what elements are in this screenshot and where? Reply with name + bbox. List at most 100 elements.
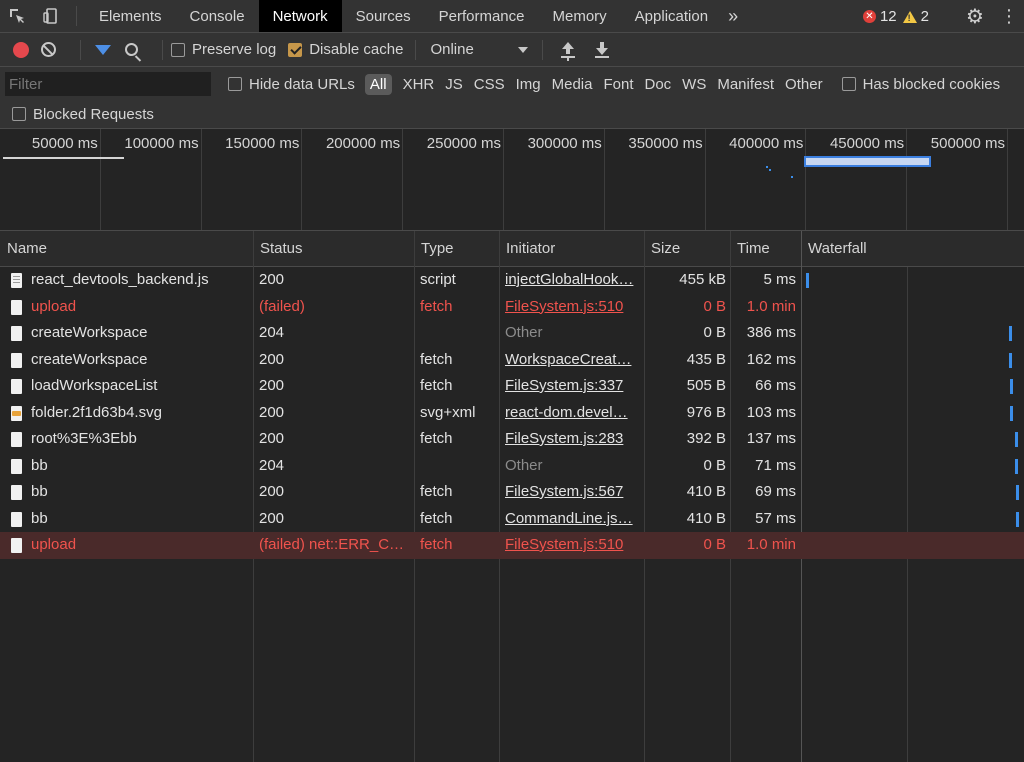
throttling-select[interactable]: Online (430, 41, 529, 58)
cell-initiator[interactable]: FileSystem.js:510 (505, 532, 639, 559)
column-header-name[interactable]: Name (0, 231, 253, 267)
waterfall-bar (1016, 511, 1019, 527)
cell-initiator[interactable]: WorkspaceCreat… (505, 347, 639, 374)
cell-time: 57 ms (755, 509, 796, 527)
type-filter-manifest[interactable]: Manifest (717, 76, 774, 93)
hide-data-urls-toggle[interactable]: Hide data URLs (228, 76, 355, 93)
type-filter-media[interactable]: Media (552, 76, 593, 93)
filter-input[interactable] (5, 72, 211, 96)
type-filter-other[interactable]: Other (785, 76, 823, 93)
cell-type: fetch (420, 536, 453, 553)
document-file-icon (11, 326, 22, 341)
filter-icon[interactable] (95, 44, 111, 55)
table-row[interactable]: loadWorkspaceList 200 fetch FileSystem.js:3… (0, 373, 1024, 400)
type-filter-xhr[interactable]: XHR (403, 76, 435, 93)
cell-initiator[interactable]: FileSystem.js:337 (505, 373, 639, 400)
error-count: 12 (879, 8, 897, 25)
cell-name: bb (31, 509, 48, 527)
disable-cache-toggle[interactable]: Disable cache (288, 41, 403, 58)
tab-console[interactable]: Console (176, 0, 259, 32)
column-header-time[interactable]: Time (730, 231, 801, 267)
search-icon[interactable] (125, 43, 138, 56)
table-row[interactable]: upload (failed) net::ERR_C… fetch FileSyste… (0, 532, 1024, 559)
waterfall-bar (1009, 326, 1012, 341)
throttling-value: Online (430, 41, 474, 58)
has-blocked-cookies-toggle[interactable]: Has blocked cookies (841, 76, 1000, 93)
network-overview-timeline[interactable]: 50000 ms 100000 ms 150000 ms 200000 ms 25000… (0, 129, 1024, 231)
cell-initiator[interactable]: FileSystem.js:283 (505, 426, 639, 453)
cell-name: folder.2f1d63b4.svg (31, 403, 162, 421)
blocked-requests-toggle[interactable]: Blocked Requests (10, 106, 154, 123)
column-header-status[interactable]: Status (253, 231, 414, 267)
clear-icon[interactable] (41, 42, 56, 57)
table-row[interactable]: bb 200 fetch CommandLine.js… 410 B 57 ms (0, 506, 1024, 533)
settings-gear-icon[interactable]: ⚙ (956, 4, 994, 29)
table-row[interactable]: createWorkspace 204 Other 0 B 386 ms (0, 320, 1024, 347)
cell-initiator[interactable]: FileSystem.js:567 (505, 479, 639, 506)
type-filter-doc[interactable]: Doc (644, 76, 671, 93)
table-row[interactable]: root%3E%3Ebb 200 fetch FileSystem.js:283 392… (0, 426, 1024, 453)
waterfall-bar (1010, 405, 1013, 421)
tab-elements[interactable]: Elements (85, 0, 176, 32)
cell-initiator[interactable]: react-dom.devel… (505, 400, 639, 427)
cell-time: 386 ms (746, 324, 796, 341)
table-row[interactable]: createWorkspace 200 fetch WorkspaceCreat… 43… (0, 347, 1024, 374)
cell-size: 435 B (686, 350, 726, 368)
tab-performance[interactable]: Performance (425, 0, 539, 32)
tab-memory[interactable]: Memory (539, 0, 621, 32)
more-tabs-button[interactable]: » (722, 0, 744, 32)
cell-name: createWorkspace (31, 350, 148, 368)
type-filter-js[interactable]: JS (445, 76, 463, 93)
table-row[interactable]: folder.2f1d63b4.svg 200 svg+xml react-dom.d… (0, 400, 1024, 427)
has-blocked-cookies-checkbox[interactable] (841, 77, 856, 91)
preserve-log-checkbox[interactable] (171, 42, 185, 57)
toolbar-divider (80, 39, 81, 60)
cell-initiator[interactable]: CommandLine.js… (505, 506, 639, 533)
document-file-icon (11, 538, 22, 553)
column-header-initiator[interactable]: Initiator (499, 231, 644, 267)
table-row[interactable]: bb 200 fetch FileSystem.js:567 410 B 69 ms (0, 479, 1024, 506)
type-filter-img[interactable]: Img (516, 76, 541, 93)
cell-size: 976 B (686, 403, 726, 421)
error-counter[interactable]: ✕ 12 (862, 8, 897, 25)
export-har-icon[interactable] (595, 41, 610, 58)
tab-network[interactable]: Network (258, 0, 342, 32)
cell-type: fetch (420, 297, 453, 315)
cell-size: 0 B (703, 536, 726, 553)
cell-initiator[interactable]: injectGlobalHook… (505, 267, 639, 294)
warning-counter[interactable]: ! 2 (902, 8, 929, 25)
cell-time: 162 ms (746, 350, 796, 368)
cell-type: svg+xml (420, 403, 476, 421)
preserve-log-toggle[interactable]: Preserve log (171, 41, 276, 58)
hide-data-urls-checkbox[interactable] (228, 77, 242, 91)
type-filter-ws[interactable]: WS (682, 76, 706, 93)
inspect-element-icon[interactable] (0, 0, 34, 32)
hide-data-urls-label: Hide data URLs (249, 75, 355, 93)
table-row[interactable]: bb 204 Other 0 B 71 ms (0, 453, 1024, 480)
tab-application[interactable]: Application (621, 0, 722, 32)
cell-name: upload (31, 536, 77, 553)
blocked-requests-checkbox[interactable] (12, 107, 26, 121)
record-button[interactable] (13, 41, 29, 58)
cell-initiator[interactable]: FileSystem.js:510 (505, 294, 639, 321)
disable-cache-checkbox[interactable] (288, 42, 303, 57)
column-header-type[interactable]: Type (414, 231, 499, 267)
table-row[interactable]: react_devtools_backend.js 200 script inject… (0, 267, 1024, 294)
tab-sources[interactable]: Sources (342, 0, 425, 32)
more-options-icon[interactable]: ⋮ (994, 6, 1024, 27)
cell-status: 200 (259, 483, 285, 500)
type-filter-font[interactable]: Font (603, 76, 633, 93)
column-header-waterfall[interactable]: Waterfall (801, 231, 1024, 267)
image-file-icon (11, 405, 22, 421)
column-header-size[interactable]: Size (644, 231, 730, 267)
type-filter-css[interactable]: CSS (474, 76, 505, 93)
cell-status: 200 (259, 430, 285, 447)
import-har-icon[interactable] (561, 41, 576, 58)
cell-time: 103 ms (746, 403, 796, 421)
cell-size: 0 B (703, 456, 726, 474)
type-filter-all[interactable]: All (364, 73, 392, 95)
overview-dot (766, 166, 768, 168)
table-row[interactable]: upload (failed) fetch FileSystem.js:510 0 B 1… (0, 294, 1024, 321)
device-toolbar-icon[interactable] (34, 0, 68, 32)
overview-tick-label: 150000 ms (225, 135, 300, 152)
